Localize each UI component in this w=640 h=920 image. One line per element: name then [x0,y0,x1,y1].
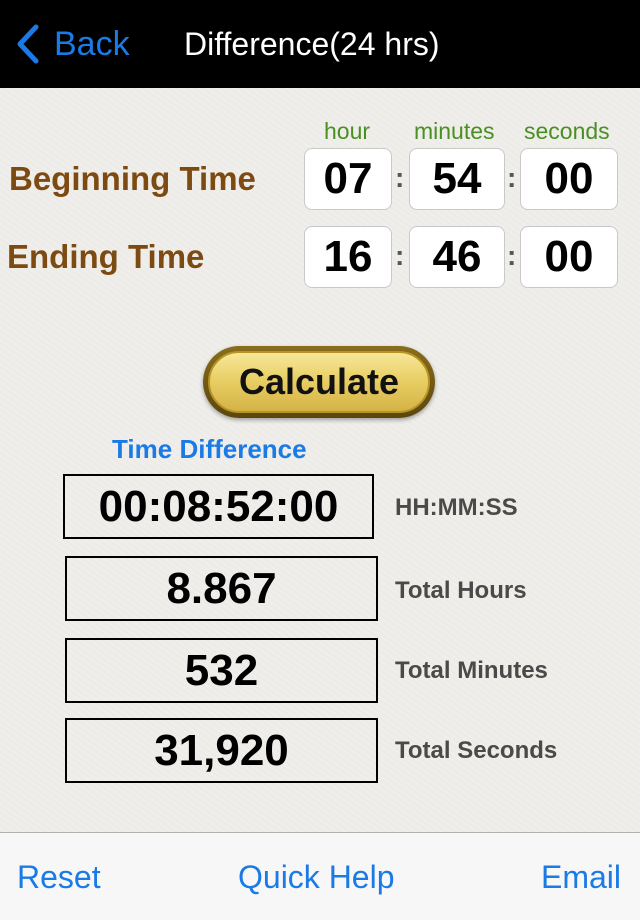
result-total-seconds-value: 31,920 [65,718,378,783]
column-label-hour: hour [324,118,371,144]
page-title: Difference(24 hrs) [184,26,440,62]
ending-seconds-field[interactable]: 00 [520,226,618,288]
result-total-minutes-label: Total Minutes [395,657,548,684]
beginning-seconds-field[interactable]: 00 [520,148,618,210]
reset-button[interactable]: Reset [17,859,101,896]
bottom-toolbar: Reset Quick Help Email [0,832,640,920]
result-hhmmss-label: HH:MM:SS [395,494,518,521]
ending-minutes-field[interactable]: 46 [409,226,505,288]
separator: : [507,240,517,271]
result-total-seconds-label: Total Seconds [395,737,558,764]
navigation-bar: Back Difference(24 hrs) [0,0,640,88]
main-content: hour minutes seconds Beginning Time 07 :… [0,88,640,832]
calculate-label: Calculate [208,351,430,413]
result-hhmmss-value: 00:08:52:00 [63,474,374,539]
separator: : [395,240,405,271]
calculate-button[interactable]: Calculate [203,346,435,418]
separator: : [395,162,405,193]
column-label-seconds: seconds [524,118,610,144]
beginning-minutes-field[interactable]: 54 [409,148,505,210]
separator: : [507,162,517,193]
result-total-minutes-value: 532 [65,638,378,703]
email-button[interactable]: Email [541,859,621,896]
back-button[interactable]: Back [14,22,130,66]
beginning-time-label: Beginning Time [9,160,256,197]
result-total-hours-value: 8.867 [65,556,378,621]
back-label: Back [54,24,130,63]
ending-time-label: Ending Time [7,238,205,275]
quick-help-button[interactable]: Quick Help [238,859,395,896]
ending-hour-field[interactable]: 16 [304,226,392,288]
chevron-left-icon [17,24,39,64]
result-total-hours-label: Total Hours [395,577,527,604]
column-label-minutes: minutes [414,118,495,144]
beginning-hour-field[interactable]: 07 [304,148,392,210]
time-difference-title: Time Difference [112,434,307,464]
